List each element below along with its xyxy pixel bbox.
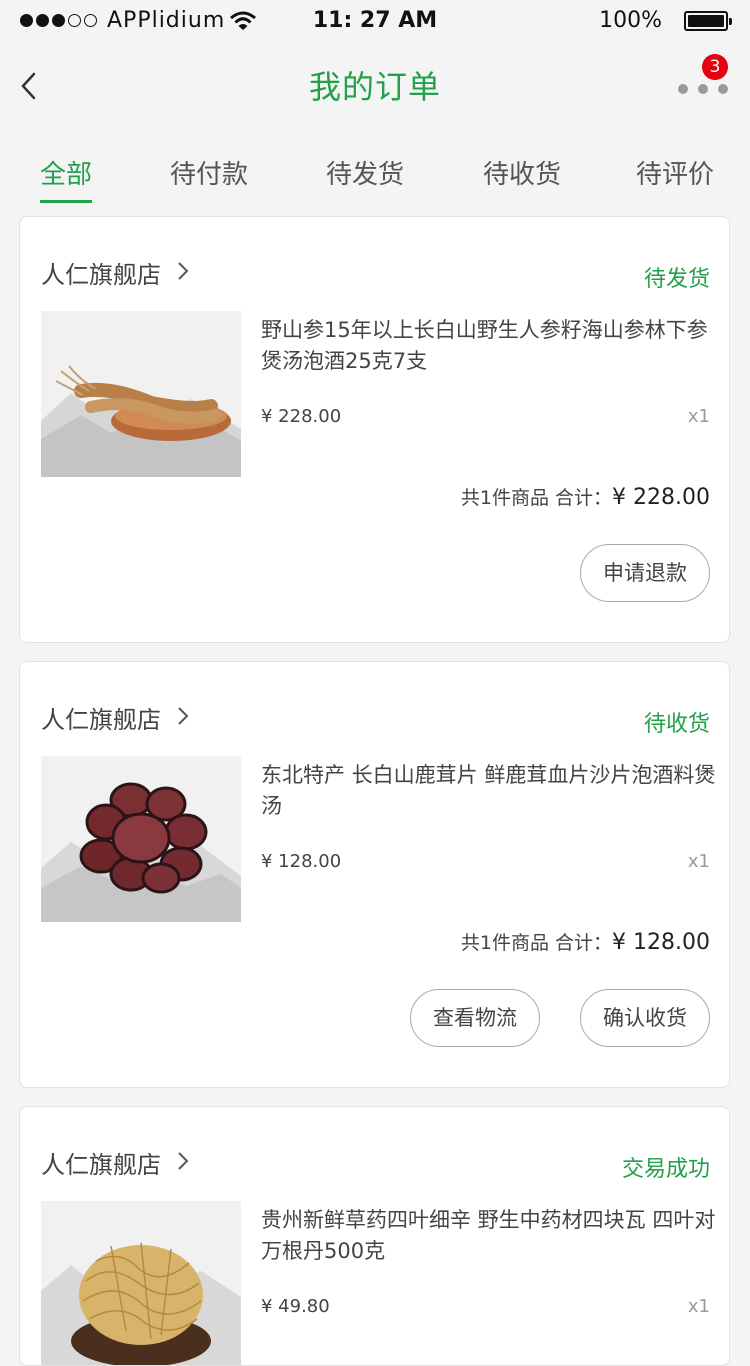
product-quantity: x1 [687,1296,710,1317]
item-count: 共1件商品 [460,487,549,509]
chevron-right-icon[interactable] [176,1151,190,1171]
tab-pending-review[interactable]: 待评价 [636,154,714,191]
view-logistics-button[interactable]: 查看物流 [410,989,540,1047]
chevron-right-icon[interactable] [176,706,190,726]
item-count: 共1件商品 [460,932,549,954]
order-tabs: 全部 待付款 待发货 待收货 待评价 [0,150,750,203]
total-label: 合计： [555,487,613,509]
confirm-receipt-button[interactable]: 确认收货 [580,989,710,1047]
product-name[interactable]: 东北特产 长白山鹿茸片 鲜鹿茸血片沙片泡酒料煲汤 [261,760,716,822]
order-total: ¥ 228.00 [612,485,710,510]
order-status: 待收货 [643,712,710,737]
order-card[interactable]: 人仁旗舰店 交易成功 贵州新鲜草药四叶细辛 野生中药材四块瓦 四叶对 万根丹50… [19,1106,730,1366]
product-name[interactable]: 贵州新鲜草药四叶细辛 野生中药材四块瓦 四叶对 万根丹500克 [261,1205,716,1267]
product-price: ¥ 49.80 [261,1296,330,1317]
product-price: ¥ 128.00 [261,851,342,872]
order-card[interactable]: 人仁旗舰店 待收货 东北特产 长白山鹿茸片 鲜鹿茸血片沙片泡酒料煲汤 ¥ 128… [19,661,730,1088]
order-total: ¥ 128.00 [612,930,710,955]
product-quantity: x1 [687,851,710,872]
status-bar: APPlidium 11: 27 AM 100% [0,0,750,44]
notification-badge: 3 [702,54,728,80]
chevron-right-icon[interactable] [176,261,190,281]
tab-pending-receipt[interactable]: 待收货 [483,154,561,191]
product-image[interactable] [41,756,241,922]
navigation-bar: 我的订单 3 [0,44,750,132]
tab-all[interactable]: 全部 [40,154,93,203]
shop-name[interactable]: 人仁旗舰店 [41,255,161,290]
product-name[interactable]: 野山参15年以上长白山野生人参籽海山参林下参煲汤泡酒25克7支 [261,315,716,377]
product-price: ¥ 228.00 [261,406,342,427]
order-status: 待发货 [643,267,710,292]
battery-percentage: 100% [599,8,662,33]
battery-icon [684,11,732,31]
total-label: 合计： [555,932,613,954]
tab-pending-payment[interactable]: 待付款 [170,154,248,191]
tab-pending-shipment[interactable]: 待发货 [326,154,404,191]
order-status: 交易成功 [621,1157,710,1182]
shop-name[interactable]: 人仁旗舰店 [41,1145,161,1180]
order-summary: 共1件商品 合计：¥ 128.00 [461,928,710,955]
request-refund-button[interactable]: 申请退款 [580,544,710,602]
more-dots-icon[interactable] [676,74,732,104]
order-card[interactable]: 人仁旗舰店 待发货 野山参15年以上长白山野生人参籽海山参林下参煲汤泡酒25克7… [19,216,730,643]
page-title: 我的订单 [308,68,441,106]
order-summary: 共1件商品 合计：¥ 228.00 [461,483,710,510]
product-image[interactable] [41,1201,241,1365]
shop-name[interactable]: 人仁旗舰店 [41,700,161,735]
product-image[interactable] [41,311,241,477]
product-quantity: x1 [687,406,710,427]
